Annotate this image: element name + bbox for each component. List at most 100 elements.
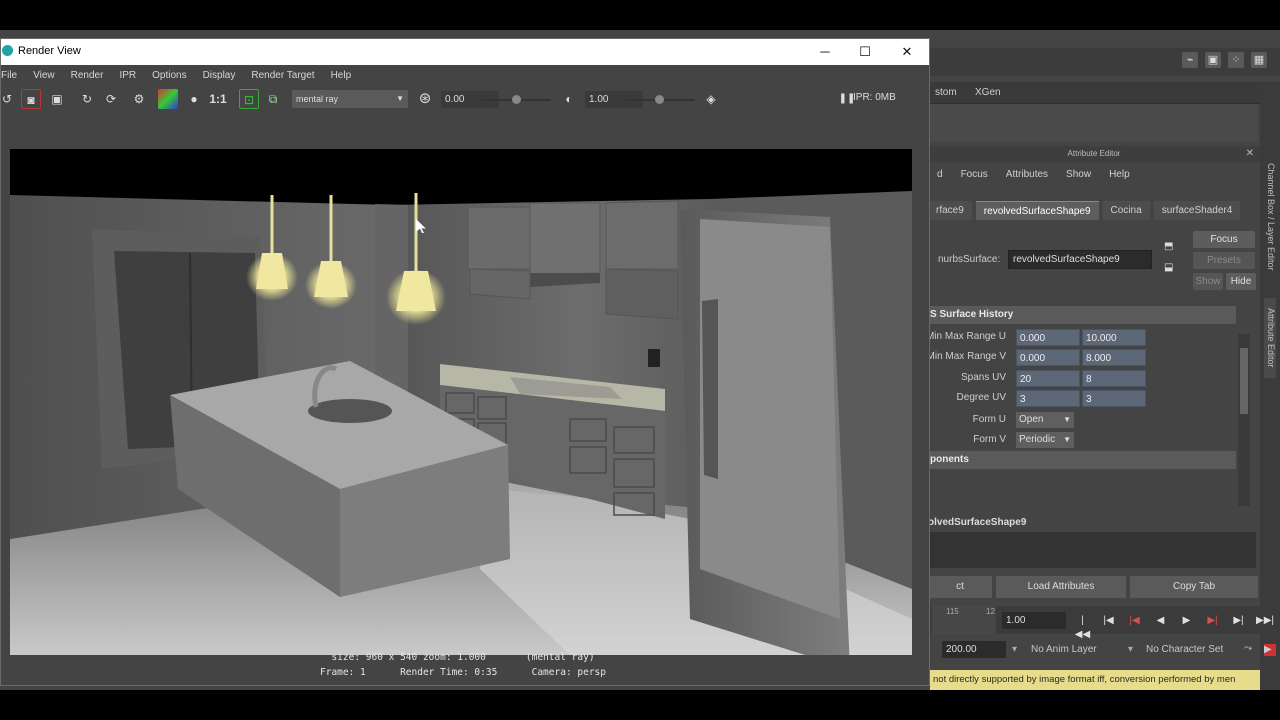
channel-box-tab[interactable]: Channel Box / Layer Editor — [1264, 152, 1276, 282]
menu-file[interactable]: File — [1, 67, 25, 85]
menu-help[interactable]: Help — [323, 67, 360, 85]
maximize-button[interactable]: ☐ — [845, 40, 885, 64]
anim-layer-arrow-icon[interactable]: ▾ — [1012, 644, 1017, 655]
time-slider-ticks[interactable]: 115 12 — [932, 606, 996, 634]
title-bar[interactable]: Render View ─ ☐ ✕ — [1, 39, 929, 65]
show-button[interactable]: Show — [1193, 273, 1223, 290]
form-v-select[interactable]: Periodic ▼ — [1016, 432, 1074, 448]
character-set-arrow-icon[interactable]: ▾ — [1128, 644, 1133, 655]
render-view-toolbar: ↺ ◙ ▣ ↻ ⟳ ⚙ ● 1:1 ⊡ ⧉ mental ray ▼ ⊛ 0.0… — [1, 87, 929, 111]
anim-layer-label[interactable]: No Anim Layer — [1031, 644, 1097, 655]
attr-field-2[interactable]: 3 — [1082, 390, 1146, 407]
dropdown-arrow-icon: ▼ — [396, 94, 404, 103]
attr-field-1[interactable]: 0.000 — [1016, 329, 1080, 346]
ipr-memory-status: IPR: 0MB — [853, 92, 896, 103]
ae-menu-show[interactable]: Show — [1057, 166, 1100, 184]
menu-render[interactable]: Render — [63, 67, 112, 85]
attr-field-1[interactable]: 0.000 — [1016, 349, 1080, 366]
nurbs-surface-name-field[interactable]: revolvedSurfaceShape9 — [1008, 250, 1152, 269]
ae-menu-focus[interactable]: Focus — [952, 166, 997, 184]
select-button[interactable]: ct — [928, 576, 992, 598]
attr-field-1[interactable]: 20 — [1016, 370, 1080, 387]
current-frame-field[interactable]: 1.00 — [1002, 612, 1066, 629]
form-v-row: Form V Periodic ▼ — [928, 432, 1236, 450]
node-tab-surface-shader[interactable]: surfaceShader4 — [1153, 201, 1241, 220]
menu-options[interactable]: Options — [144, 67, 194, 85]
play-forwards-icon[interactable]: ▶ — [1178, 614, 1195, 628]
shelf-tab-custom[interactable]: stom — [926, 84, 966, 102]
node-tab-cocina[interactable]: Cocina — [1102, 201, 1150, 220]
pin-icon[interactable]: ⬓ — [1164, 262, 1178, 274]
minimize-button[interactable]: ─ — [805, 40, 845, 64]
render-region-icon[interactable]: ◙ — [21, 89, 41, 109]
menu-render-target[interactable]: Render Target — [243, 67, 322, 85]
menu-display[interactable]: Display — [195, 67, 244, 85]
attr-field-1[interactable]: 3 — [1016, 390, 1080, 407]
scrollbar-thumb[interactable] — [1240, 348, 1248, 414]
remove-image-icon[interactable]: ⧉ — [263, 89, 283, 109]
attr-field-2[interactable]: 8 — [1082, 370, 1146, 387]
node-tab-surface[interactable]: rface9 — [928, 201, 972, 220]
focus-button[interactable]: Focus — [1193, 231, 1255, 248]
gamma-slider-knob[interactable] — [655, 95, 664, 104]
surface-history-section[interactable]: S Surface History — [928, 306, 1236, 324]
go-to-start-icon[interactable]: |◀◀ — [1074, 614, 1091, 640]
attr-field-2[interactable]: 10.000 — [1082, 329, 1146, 346]
refresh-ipr-icon[interactable]: ⟳ — [101, 89, 121, 109]
render-settings-icon[interactable]: ⚙ — [129, 89, 149, 109]
menu-view[interactable]: View — [25, 67, 63, 85]
render-view-window: Render View ─ ☐ ✕ File View Render IPR O… — [0, 38, 930, 686]
alpha-channel-icon[interactable]: ● — [184, 89, 204, 109]
grid-icon[interactable]: ⁘ — [1228, 52, 1244, 68]
node-tab-revolved-surface-shape[interactable]: revolvedSurfaceShape9 — [975, 201, 1099, 220]
step-back-icon[interactable]: |◀ — [1100, 614, 1117, 628]
attribute-editor-scrollbar[interactable] — [1238, 334, 1250, 506]
menu-ipr[interactable]: IPR — [111, 67, 144, 85]
exposure-slider-knob[interactable] — [512, 95, 521, 104]
close-button[interactable]: ✕ — [887, 40, 927, 64]
select-node-icon[interactable]: ⬒ — [1164, 241, 1178, 253]
go-to-end-icon[interactable]: ▶▶| — [1256, 614, 1274, 628]
notes-area[interactable] — [928, 532, 1256, 568]
keep-image-icon[interactable]: ⊡ — [239, 89, 259, 109]
shelf-tab-xgen[interactable]: XGen — [966, 84, 1010, 102]
ae-menu-help[interactable]: Help — [1100, 166, 1139, 184]
load-attributes-button[interactable]: Load Attributes — [996, 576, 1126, 598]
color-management-icon[interactable]: ◈ — [701, 89, 721, 109]
character-set-label[interactable]: No Character Set — [1146, 644, 1223, 655]
renderer-select[interactable]: mental ray ▼ — [292, 90, 408, 108]
components-section[interactable]: ponents — [928, 451, 1236, 469]
play-backwards-icon[interactable]: ◀ — [1152, 614, 1169, 628]
range-end-field[interactable]: 200.00 — [942, 641, 1006, 658]
attr-field-2[interactable]: 8.000 — [1082, 349, 1146, 366]
gamma-slider[interactable] — [625, 95, 695, 104]
copy-tab-button[interactable]: Copy Tab — [1130, 576, 1258, 598]
presets-button[interactable]: Presets — [1193, 252, 1255, 269]
close-icon[interactable]: ✕ — [1246, 146, 1254, 162]
render-info-size: size: 960 x 540 zoom: 1.000 (mental ray) — [331, 652, 595, 663]
layout-icon[interactable]: ▦ — [1251, 52, 1267, 68]
playback-controls: |◀◀ |◀ |◀ ◀ ▶ ▶| ▶| ▶▶| — [1074, 614, 1274, 640]
rgb-channels-icon[interactable] — [158, 89, 178, 109]
panel-icon[interactable]: ▣ — [1205, 52, 1221, 68]
ae-menu-list[interactable]: d — [928, 166, 952, 184]
exposure-slider[interactable] — [481, 95, 551, 104]
step-back-key-icon[interactable]: |◀ — [1126, 614, 1143, 628]
help-line-arrow-icon[interactable]: ▶ — [1264, 644, 1272, 655]
real-size-icon[interactable]: 1:1 — [208, 89, 228, 109]
render-viewport[interactable]: size: 960 x 540 zoom: 1.000 (mental ray)… — [1, 115, 925, 683]
hide-button[interactable]: Hide — [1226, 273, 1256, 290]
key-icon[interactable]: ⤳ — [1244, 643, 1252, 654]
ae-menu-attributes[interactable]: Attributes — [997, 166, 1057, 184]
redo-previous-render-icon[interactable]: ↺ — [0, 89, 17, 109]
attribute-editor-tab[interactable]: Attribute Editor — [1264, 298, 1276, 378]
render-view-menu-bar: File View Render IPR Options Display Ren… — [1, 67, 929, 85]
form-u-select[interactable]: Open ▼ — [1016, 412, 1074, 428]
step-forward-icon[interactable]: ▶| — [1230, 614, 1247, 628]
window-title: Render View — [18, 45, 81, 57]
snapshot-icon[interactable]: ▣ — [47, 89, 67, 109]
spans-uv-row: Spans UV 20 8 — [928, 370, 1236, 388]
magnet-icon[interactable]: ⌁ — [1182, 52, 1198, 68]
ipr-render-icon[interactable]: ↻ — [77, 89, 97, 109]
step-forward-key-icon[interactable]: ▶| — [1204, 614, 1221, 628]
